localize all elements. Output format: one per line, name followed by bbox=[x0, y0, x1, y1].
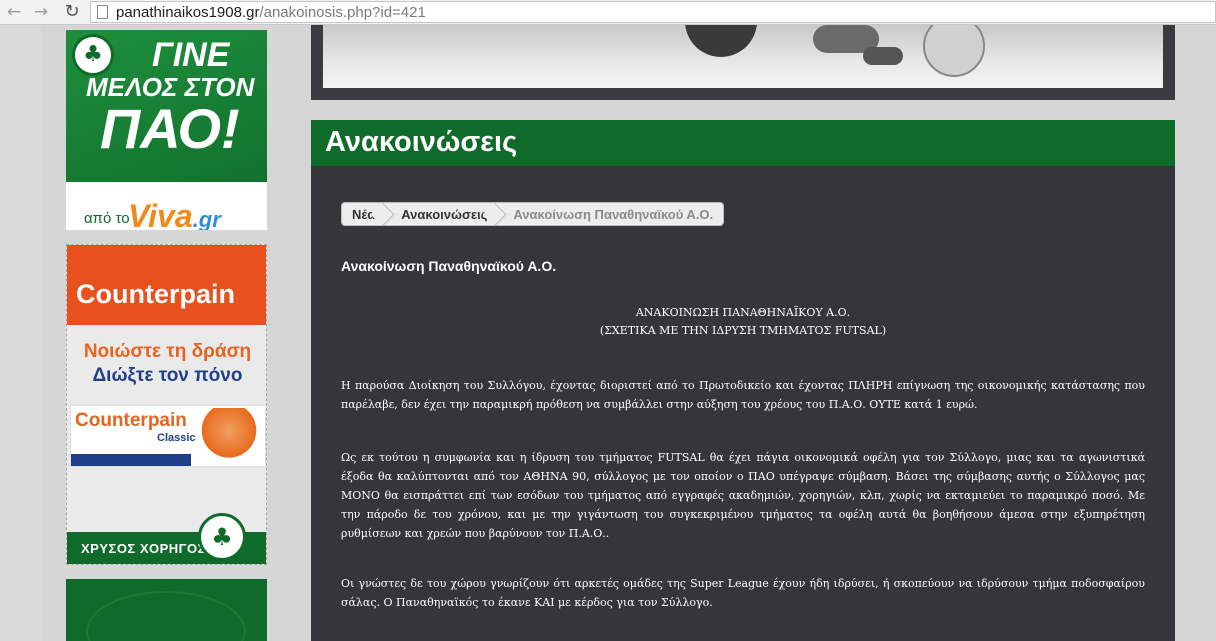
main-content: Ανακοινώσεις Νέα Ανακοινώσεις Ανακοίνωση… bbox=[311, 120, 1175, 641]
article-paragraph: Η παρούσα Διοίκηση του Συλλόγου, έχοντας… bbox=[341, 379, 1145, 411]
ad-headline-1: ΓΙΝΕ bbox=[152, 36, 230, 74]
counterpain-slogan-2: Διώξτε τον πόνο bbox=[92, 365, 243, 386]
product-stripe bbox=[71, 454, 191, 466]
breadcrumb-item-current: Ανακοίνωση Παναθηναϊκού Α.Ο. bbox=[513, 207, 714, 222]
article-title: Ανακοίνωση Παναθηναϊκού Α.Ο. bbox=[341, 258, 557, 274]
breadcrumb-item-announcements[interactable]: Ανακοινώσεις bbox=[385, 203, 497, 225]
hero-banner bbox=[311, 25, 1175, 100]
back-arrow-icon[interactable]: ← bbox=[3, 2, 25, 22]
url-host: panathinaikos1908.gr bbox=[116, 4, 260, 21]
counterpain-product-box: Counterpain Classic bbox=[70, 405, 266, 467]
viva-tld: .gr bbox=[192, 207, 221, 230]
article-paragraph: Οι γνώστες δε του χώρου γνωρίζουν ότι αρ… bbox=[341, 577, 1145, 609]
article-paragraph: Ως εκ τούτου η συμφωνία και η ίδρυση του… bbox=[341, 451, 1145, 540]
third-ad-banner[interactable] bbox=[66, 579, 267, 641]
section-header: Ανακοινώσεις bbox=[311, 120, 1175, 166]
page-icon bbox=[97, 5, 108, 19]
forward-arrow-icon[interactable]: → bbox=[30, 2, 52, 22]
club-logo-icon: ♣ bbox=[198, 513, 246, 561]
counterpain-ad-banner[interactable]: Counterpain Νοιώστε τη δράση Διώξτε τον … bbox=[66, 244, 267, 565]
ad-headline-3: ΠΑΟ! bbox=[100, 97, 240, 160]
url-text[interactable]: panathinaikos1908.gr/anakoinosis.php?id=… bbox=[116, 4, 426, 21]
viva-brand: Viva bbox=[128, 198, 193, 230]
gold-sponsor-label: ΧΡΥΣΟΣ ΧΟΡΗΓΟΣ bbox=[81, 541, 206, 556]
product-variant: Classic bbox=[157, 432, 196, 444]
browser-toolbar: ← → ↻ panathinaikos1908.gr/anakoinosis.p… bbox=[0, 0, 1216, 25]
pain-figure-icon bbox=[199, 408, 259, 464]
address-bar[interactable]: panathinaikos1908.gr/anakoinosis.php?id=… bbox=[90, 1, 1216, 23]
section-title: Ανακοινώσεις bbox=[325, 126, 518, 158]
club-logo-icon: ♣ bbox=[72, 34, 114, 76]
article-heading-1: ΑΝΑΚΟΙΝΩΣΗ ΠΑΝΑΘΗΝΑΪΚΟΥ Α.Ο. bbox=[635, 306, 851, 319]
hero-player-shape bbox=[685, 25, 757, 57]
hero-shoe-shape bbox=[863, 47, 903, 65]
breadcrumb: Νέα Ανακοινώσεις Ανακοίνωση Παναθηναϊκού… bbox=[341, 202, 725, 226]
ad-from-text: από το bbox=[84, 210, 130, 227]
article-heading-2: (ΣΧΕΤΙΚΑ ΜΕ ΤΗΝ ΙΔΡΥΣΗ ΤΜΗΜΑΤΟΣ FUTSAL) bbox=[599, 324, 887, 337]
product-name: Counterpain bbox=[75, 410, 187, 431]
counterpain-slogan-1: Νοιώστε τη δράση bbox=[83, 341, 252, 362]
reload-icon[interactable]: ↻ bbox=[61, 2, 83, 22]
url-path: /anakoinosis.php?id=421 bbox=[259, 4, 426, 21]
club-watermark-icon bbox=[86, 591, 246, 641]
hero-image bbox=[323, 25, 1163, 88]
counterpain-brand: Counterpain bbox=[76, 279, 235, 309]
membership-ad-banner[interactable]: ♣ ΓΙΝΕ ΜΕΛΟΣ ΣΤΟΝ ΠΑΟ! από το Viva.gr bbox=[66, 30, 267, 230]
ad-sponsor-strip: από το Viva.gr bbox=[66, 182, 267, 230]
counterpain-header: Counterpain bbox=[67, 245, 266, 325]
viva-logo: Viva.gr bbox=[128, 198, 221, 230]
breadcrumb-item-news[interactable]: Νέα bbox=[342, 203, 385, 225]
hero-ball-shape bbox=[923, 25, 985, 77]
